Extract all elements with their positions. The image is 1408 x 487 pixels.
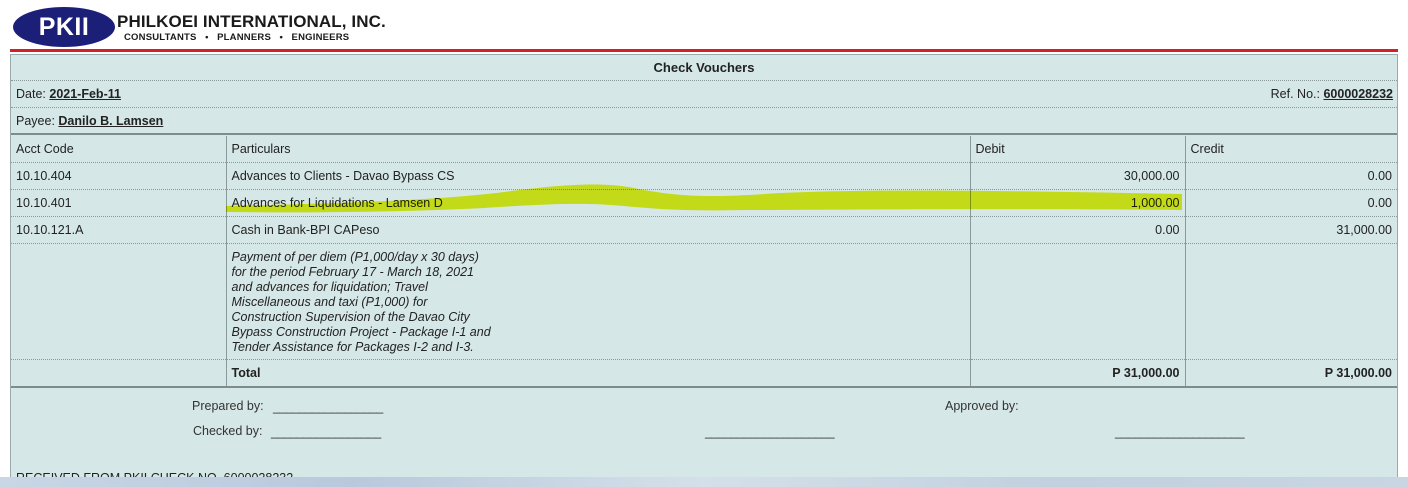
approved-by-line: ____________________: [1115, 425, 1245, 439]
date-label: Date:: [16, 87, 46, 101]
table-row: 10.10.401 Advances for Liquidations - La…: [11, 189, 1397, 217]
memo-line: Tender Assistance for Packages I-2 and I…: [231, 340, 474, 354]
credit-cell: 0.00: [1185, 162, 1397, 190]
date-row: Date: 2021-Feb-11 Ref. No.: 6000028232: [11, 81, 1397, 108]
prepared-by-line: _________________: [273, 400, 383, 414]
memo-acct-cell: [11, 243, 227, 360]
acct-code-cell: 10.10.121.A: [11, 216, 227, 244]
header-divider: [10, 49, 1398, 52]
date-value: 2021-Feb-11: [49, 87, 121, 101]
total-acct-cell: [11, 359, 227, 388]
memo-line: Construction Supervision of the Davao Ci…: [231, 310, 470, 324]
total-debit: P 31,000.00: [970, 359, 1186, 388]
checked-by-line: _________________: [271, 425, 381, 439]
memo-credit-cell: [1185, 243, 1397, 360]
column-header-debit: Debit: [970, 136, 1186, 163]
memo-debit-cell: [970, 243, 1186, 360]
ref-label: Ref. No.:: [1270, 87, 1320, 101]
particulars-cell: Advances for Liquidations - Lamsen D: [226, 189, 971, 217]
memo-row: Payment of per diem (P1,000/day x 30 day…: [11, 243, 1397, 360]
debit-cell: 30,000.00: [970, 162, 1186, 190]
payee-row: Payee: Danilo B. Lamsen: [11, 108, 1397, 135]
company-name: PHILKOEI INTERNATIONAL, INC.: [117, 12, 386, 31]
total-row: Total P 31,000.00 P 31,000.00: [11, 359, 1397, 388]
memo-line: Bypass Construction Project - Package I-…: [231, 325, 491, 339]
debit-cell: 1,000.00: [970, 189, 1186, 217]
voucher-title: Check Vouchers: [11, 55, 1397, 81]
particulars-cell: Cash in Bank-BPI CAPeso: [226, 216, 971, 244]
ref-field: Ref. No.: 6000028232: [1271, 81, 1393, 108]
column-header-credit: Credit: [1185, 136, 1397, 163]
payee-field: Payee: Danilo B. Lamsen: [16, 108, 163, 135]
table-header-row: Acct Code Particulars Debit Credit: [11, 136, 1397, 163]
memo-line: Payment of per diem (P1,000/day x 30 day…: [231, 250, 479, 264]
acct-code-cell: 10.10.401: [11, 189, 227, 217]
credit-cell: 0.00: [1185, 189, 1397, 217]
signature-line-middle: ____________________: [705, 425, 835, 439]
company-logo: PKII: [13, 7, 115, 47]
date-field: Date: 2021-Feb-11: [16, 81, 121, 108]
memo-line: for the period February 17 - March 18, 2…: [231, 265, 475, 279]
memo-text: Payment of per diem (P1,000/day x 30 day…: [232, 244, 965, 355]
memo-line: and advances for liquidation; Travel: [231, 280, 428, 294]
approved-by-label: Approved by:: [945, 399, 1019, 413]
table-row: 10.10.404 Advances to Clients - Davao By…: [11, 162, 1397, 190]
memo-line: Miscellaneous and taxi (P1,000) for: [231, 295, 428, 309]
memo-cell: Payment of per diem (P1,000/day x 30 day…: [226, 243, 971, 360]
table-row: 10.10.121.A Cash in Bank-BPI CAPeso 0.00…: [11, 216, 1397, 244]
prepared-by-label: Prepared by:: [192, 399, 264, 413]
particulars-cell: Advances to Clients - Davao Bypass CS: [226, 162, 971, 190]
check-voucher-panel: Check Vouchers Date: 2021-Feb-11 Ref. No…: [10, 54, 1398, 487]
checked-by-label: Checked by:: [193, 424, 263, 438]
company-tagline: CONSULTANTS • PLANNERS • ENGINEERS: [124, 32, 350, 43]
total-credit: P 31,000.00: [1185, 359, 1397, 388]
column-header-particulars: Particulars: [226, 136, 971, 163]
payee-value: Danilo B. Lamsen: [58, 114, 164, 128]
debit-cell: 0.00: [970, 216, 1186, 244]
acct-code-cell: 10.10.404: [11, 162, 227, 190]
ref-value: 6000028232: [1323, 87, 1393, 101]
background-strip: [0, 477, 1408, 487]
total-label: Total: [226, 359, 971, 388]
payee-label: Payee:: [16, 114, 55, 128]
voucher-lines-table: Acct Code Particulars Debit Credit 10.10…: [11, 136, 1397, 388]
credit-cell: 31,000.00: [1185, 216, 1397, 244]
header: PKII PHILKOEI INTERNATIONAL, INC. CONSUL…: [0, 0, 1408, 52]
column-header-acct-code: Acct Code: [11, 136, 227, 163]
